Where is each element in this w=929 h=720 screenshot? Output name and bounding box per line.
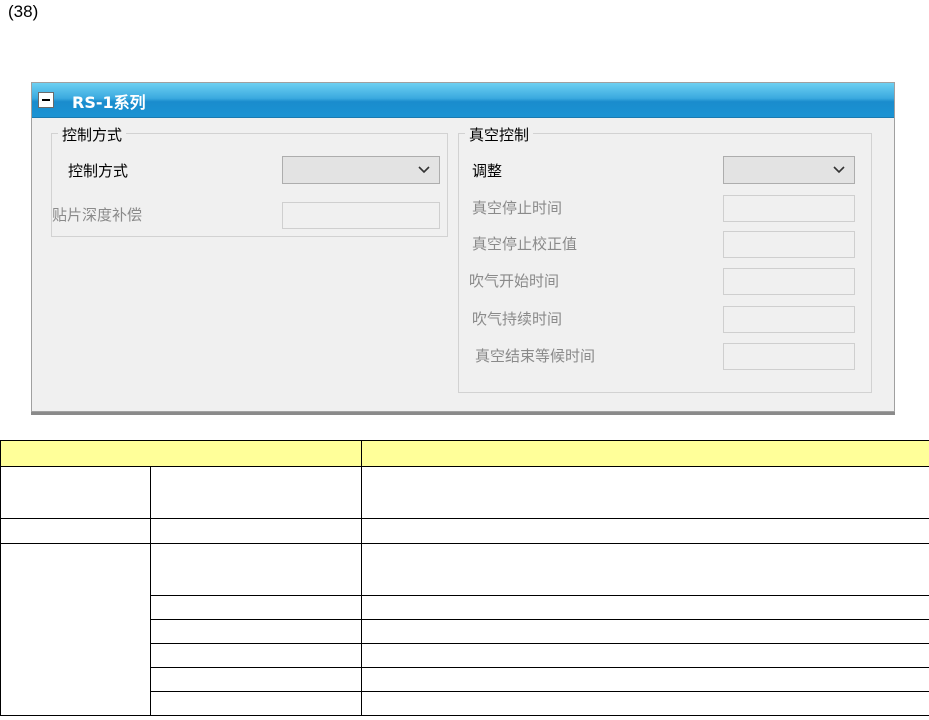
control-method-label: 控制方式 xyxy=(68,162,129,180)
vacuum-control-legend: 真空控制 xyxy=(465,124,534,145)
table-cell xyxy=(361,543,929,596)
table-header-cell xyxy=(361,440,929,467)
table-row xyxy=(0,518,929,544)
vacuum-end-wait-label: 真空结束等候时间 xyxy=(475,347,596,365)
blow-start-time-label: 吹气开始时间 xyxy=(469,272,560,290)
figure-label: (38) xyxy=(8,2,39,21)
table-cell xyxy=(361,518,929,544)
table-cell xyxy=(150,543,362,596)
chevron-down-icon xyxy=(833,166,845,174)
control-method-legend: 控制方式 xyxy=(58,124,127,145)
vacuum-stop-time-label: 真空停止时间 xyxy=(472,199,563,217)
depth-compensation-label: 贴片深度补偿 xyxy=(52,206,143,224)
table-cell xyxy=(150,466,362,519)
collapse-icon[interactable] xyxy=(38,92,54,108)
spec-table xyxy=(0,440,929,716)
table-cell xyxy=(361,595,929,620)
table-header-cell xyxy=(0,440,362,467)
table-cell xyxy=(361,619,929,644)
blow-duration-label: 吹气持续时间 xyxy=(472,310,563,328)
table-cell xyxy=(0,466,151,519)
depth-compensation-field xyxy=(282,202,440,229)
control-method-combo[interactable] xyxy=(282,156,440,184)
table-cell xyxy=(361,667,929,692)
panel-title: RS-1系列 xyxy=(72,93,146,112)
chevron-down-icon xyxy=(418,166,430,174)
control-method-group: 控制方式 控制方式 贴片深度补偿 xyxy=(51,124,448,237)
adjust-label: 调整 xyxy=(472,162,503,180)
table-cell xyxy=(361,466,929,519)
blow-duration-field xyxy=(723,306,855,333)
vacuum-stop-time-field xyxy=(723,195,855,222)
panel-titlebar: RS-1系列 xyxy=(32,83,894,118)
table-cell xyxy=(150,643,362,668)
table-header-row xyxy=(0,440,929,467)
table-cell xyxy=(0,518,151,544)
table-cell xyxy=(150,595,362,620)
blow-start-time-field xyxy=(723,268,855,295)
table-cell xyxy=(361,643,929,668)
table-cell xyxy=(361,691,929,716)
table-cell xyxy=(0,543,151,716)
table-cell xyxy=(150,619,362,644)
vacuum-stop-correction-label: 真空停止校正值 xyxy=(472,235,578,253)
table-cell xyxy=(150,667,362,692)
vacuum-stop-correction-field xyxy=(723,231,855,258)
table-cell xyxy=(150,691,362,716)
table-row xyxy=(0,466,929,519)
rs1-settings-panel: RS-1系列 控制方式 控制方式 贴片深度补偿 真空控制 调整 真空停止时间 真… xyxy=(31,82,895,415)
table-cell xyxy=(150,518,362,544)
table-row xyxy=(0,543,929,716)
vacuum-control-group: 真空控制 调整 真空停止时间 真空停止校正值 吹气开始时间 吹气持续时间 真空结… xyxy=(458,124,872,393)
adjust-combo[interactable] xyxy=(723,156,855,184)
vacuum-end-wait-field xyxy=(723,343,855,370)
